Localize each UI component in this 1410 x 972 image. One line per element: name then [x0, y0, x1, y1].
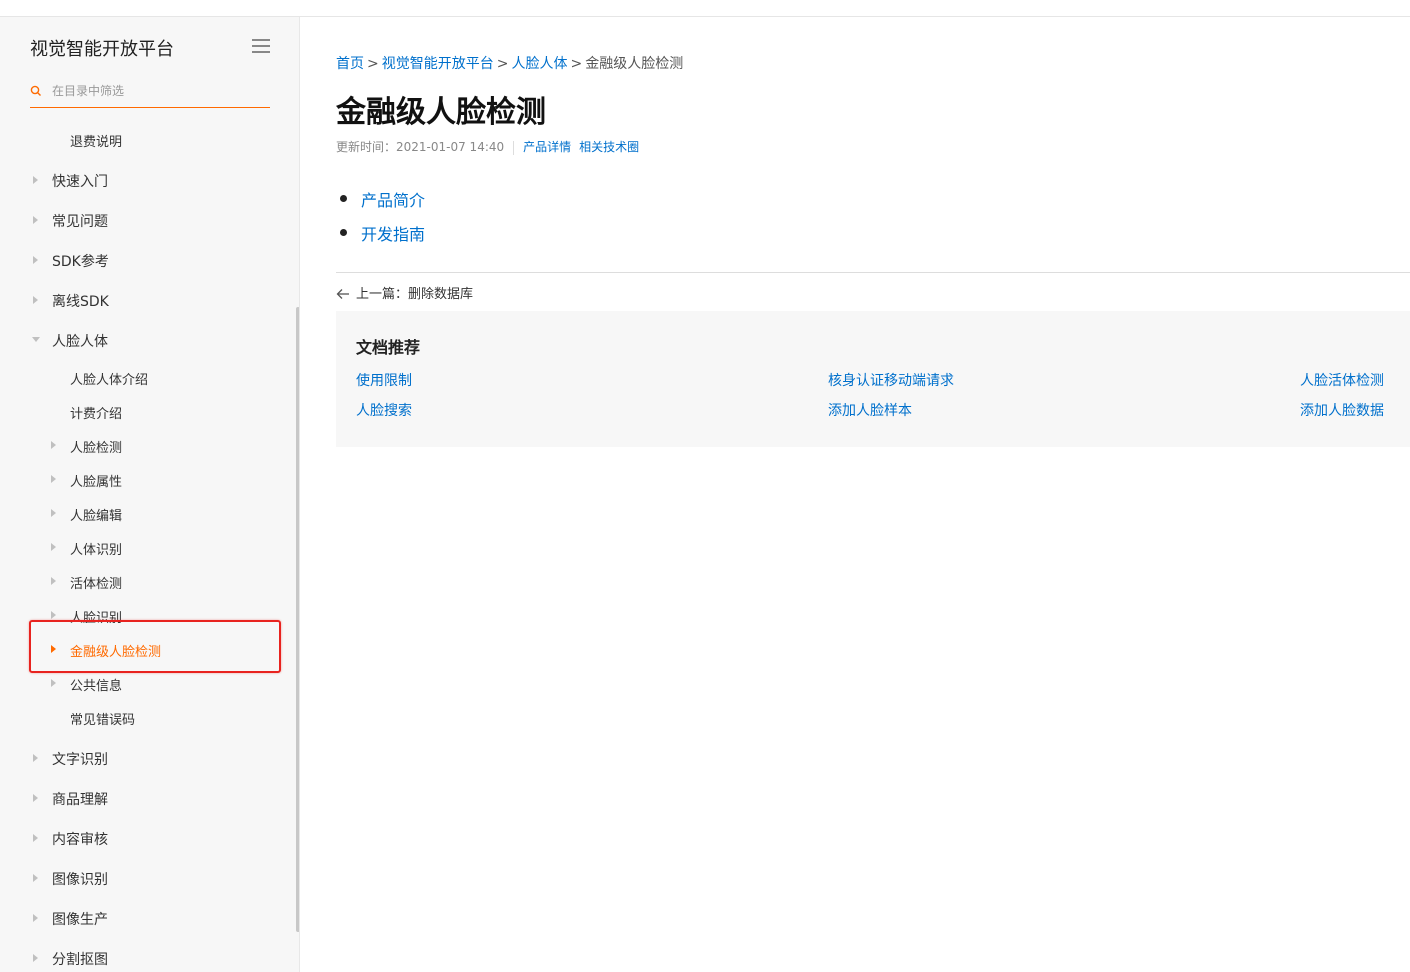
caret-right-icon: [33, 914, 38, 922]
breadcrumb-separator: >: [496, 56, 509, 72]
breadcrumb-current: 金融级人脸检测: [585, 56, 684, 72]
sidebar-item-liveness[interactable]: 活体检测: [70, 573, 122, 592]
caret-right-icon: [33, 834, 38, 842]
caret-right-icon: [51, 475, 56, 483]
sidebar-title: 视觉智能开放平台: [30, 39, 174, 60]
sidebar-item-body-recog[interactable]: 人体识别: [70, 539, 122, 558]
sidebar-item-face-body[interactable]: 人脸人体: [52, 331, 108, 351]
toc-link-dev-guide[interactable]: 开发指南: [361, 225, 425, 244]
sidebar-item-refund[interactable]: 退费说明: [70, 131, 122, 150]
breadcrumb: 首页 > 视觉智能开放平台 > 人脸人体 > 金融级人脸检测: [336, 53, 683, 73]
caret-right-icon: [33, 176, 38, 184]
sidebar-item-moderation[interactable]: 内容审核: [52, 829, 108, 849]
product-detail-link[interactable]: 产品详情: [523, 140, 571, 154]
sidebar-item-face-body-intro[interactable]: 人脸人体介绍: [70, 369, 148, 388]
breadcrumb-separator: >: [367, 56, 379, 72]
filter-field: [30, 81, 270, 108]
list-item: 产品简介: [340, 187, 425, 221]
breadcrumb-home[interactable]: 首页: [336, 56, 364, 72]
filter-input[interactable]: [52, 81, 262, 101]
sidebar-item-common-info[interactable]: 公共信息: [70, 675, 122, 694]
recommend-link-face-search[interactable]: 人脸搜索: [356, 400, 412, 420]
sidebar-item-billing[interactable]: 计费介绍: [70, 403, 122, 422]
main-content: 首页 > 视觉智能开放平台 > 人脸人体 > 金融级人脸检测 金融级人脸检测 更新时间：20…: [300, 17, 1410, 972]
doc-recommendations: 文档推荐 使用限制 核身认证移动端请求 人脸活体检测 人脸搜索 添加人脸样本 添…: [336, 311, 1410, 447]
recommend-link-face-liveness[interactable]: 人脸活体检测: [1300, 370, 1384, 390]
recommend-link-add-face-data[interactable]: 添加人脸数据: [1300, 400, 1384, 420]
breadcrumb-category[interactable]: 人脸人体: [511, 56, 567, 72]
caret-right-icon: [51, 441, 56, 449]
toc-link-intro[interactable]: 产品简介: [361, 191, 425, 210]
sidebar-item-face-edit[interactable]: 人脸编辑: [70, 505, 122, 524]
search-icon: [30, 85, 41, 96]
sidebar-item-goods[interactable]: 商品理解: [52, 789, 108, 809]
breadcrumb-platform[interactable]: 视觉智能开放平台: [382, 56, 494, 72]
caret-right-icon: [51, 577, 56, 585]
sidebar-item-faq[interactable]: 常见问题: [52, 211, 108, 231]
sidebar-item-offline-sdk[interactable]: 离线SDK: [52, 291, 109, 311]
caret-right-icon: [33, 216, 38, 224]
recommend-link-mobile-request[interactable]: 核身认证移动端请求: [828, 370, 954, 390]
caret-right-icon: [51, 611, 56, 619]
sidebar-item-image-gen[interactable]: 图像生产: [52, 909, 108, 929]
caret-right-icon: [33, 954, 38, 962]
prev-article-link[interactable]: 上一篇：删除数据库: [336, 283, 473, 302]
sidebar-item-error-codes[interactable]: 常见错误码: [70, 709, 135, 728]
caret-right-icon: [51, 543, 56, 551]
caret-right-icon: [51, 509, 56, 517]
menu-icon[interactable]: [252, 39, 270, 53]
page-meta: 更新时间：2021-01-07 14:40 产品详情 相关技术圈: [336, 138, 647, 155]
sidebar-item-segmentation[interactable]: 分割抠图: [52, 949, 108, 969]
highlight-annotation: [29, 620, 281, 673]
caret-right-icon: [33, 794, 38, 802]
recommend-link-add-face-sample[interactable]: 添加人脸样本: [828, 400, 912, 420]
divider: [336, 272, 1410, 273]
sidebar: 视觉智能开放平台 退费说明 快速入门 常见问题 SDK参考 离线SDK 人脸人体…: [0, 17, 300, 972]
caret-right-icon: [33, 874, 38, 882]
tech-circle-link[interactable]: 相关技术圈: [579, 140, 639, 154]
recommend-link-usage-limits[interactable]: 使用限制: [356, 370, 412, 390]
sidebar-item-face-detect[interactable]: 人脸检测: [70, 437, 122, 456]
page-title: 金融级人脸检测: [336, 95, 546, 130]
breadcrumb-separator: >: [570, 56, 583, 72]
recommend-title: 文档推荐: [356, 338, 421, 357]
prev-article-label: 上一篇：删除数据库: [356, 287, 474, 302]
list-item: 开发指南: [340, 221, 425, 255]
caret-right-icon: [33, 754, 38, 762]
caret-right-icon: [33, 296, 38, 304]
sidebar-item-sdk[interactable]: SDK参考: [52, 251, 109, 271]
update-time: 更新时间：2021-01-07 14:40: [336, 140, 505, 154]
arrow-left-icon: [336, 289, 349, 299]
caret-right-icon: [51, 679, 56, 687]
caret-down-icon: [32, 337, 40, 342]
caret-right-icon: [33, 256, 38, 264]
top-bar: [0, 0, 1410, 17]
meta-divider: [513, 140, 515, 155]
sidebar-item-ocr[interactable]: 文字识别: [52, 749, 108, 769]
sidebar-item-face-attr[interactable]: 人脸属性: [70, 471, 122, 490]
sidebar-item-image-recog[interactable]: 图像识别: [52, 869, 108, 889]
toc-list: 产品简介 开发指南: [340, 187, 425, 255]
sidebar-item-quickstart[interactable]: 快速入门: [52, 171, 108, 191]
